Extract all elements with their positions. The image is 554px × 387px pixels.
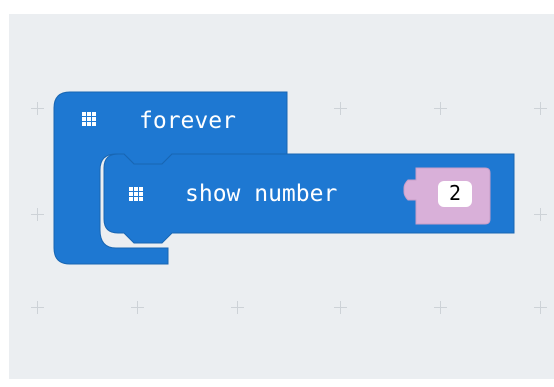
led-grid-icon: [129, 187, 143, 201]
number-input[interactable]: 2: [438, 181, 472, 207]
forever-label: forever: [139, 108, 236, 134]
show-number-label: show number: [185, 181, 338, 207]
led-grid-icon: [82, 112, 96, 126]
